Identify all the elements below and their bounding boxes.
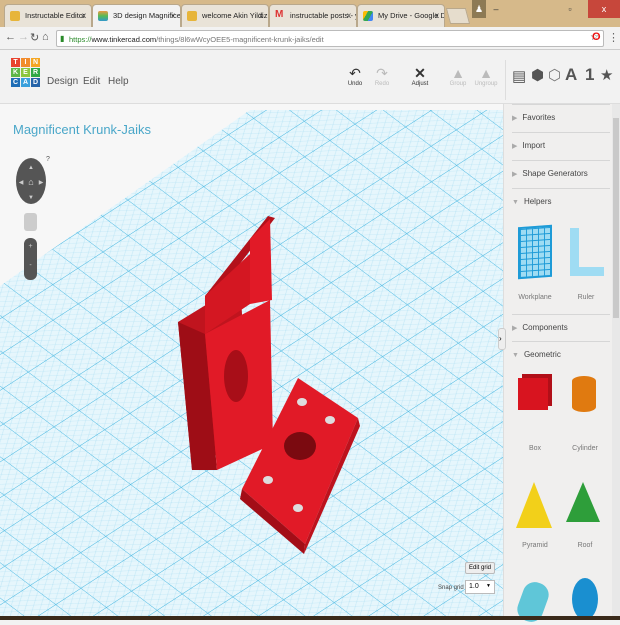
menu-edit[interactable]: Edit xyxy=(83,76,100,87)
redo-icon: ↷ xyxy=(376,65,388,81)
cylinder-shape[interactable] xyxy=(572,376,596,412)
lock-icon: ▮ xyxy=(60,34,65,43)
tab-google-drive[interactable]: My Drive - Google Drivex xyxy=(357,4,445,27)
favorites-star-icon[interactable]: ★ xyxy=(600,66,613,84)
cube-icon[interactable]: ⬢ xyxy=(531,66,544,84)
close-icon[interactable]: x xyxy=(82,11,86,20)
close-icon[interactable]: x xyxy=(347,11,351,20)
redo-button[interactable]: ↷ Redo xyxy=(367,65,397,87)
svg-text:▲: ▲ xyxy=(28,165,34,171)
undo-icon: ↶ xyxy=(349,65,361,81)
opera-icon[interactable]: O xyxy=(592,31,601,43)
view-cube-navigator[interactable]: ▲ ▼ ◀ ▶ ⌂ xyxy=(15,157,47,205)
minimize-button[interactable]: – xyxy=(486,0,506,18)
tab-3d-design[interactable]: 3D design Magnificent Kx xyxy=(92,4,181,27)
new-tab-button[interactable] xyxy=(445,8,471,24)
reload-icon[interactable]: ↻ xyxy=(30,31,39,44)
zoom-in-button[interactable]: + xyxy=(24,243,37,250)
ungroup-icon: ▲ xyxy=(479,65,493,81)
menu-icon[interactable]: ⋮ xyxy=(608,31,619,44)
instructables-robot-icon xyxy=(187,11,197,21)
svg-text:▶: ▶ xyxy=(39,180,44,186)
panel-scrollbar[interactable] xyxy=(612,104,620,620)
edit-grid-button[interactable]: Edit grid xyxy=(465,562,495,574)
google-drive-icon xyxy=(363,11,373,21)
shapes-panel: ▶ Favorites ▶ Import ▶ Shape Generators ▼ He… xyxy=(503,104,620,625)
pyramid-shape[interactable] xyxy=(516,482,552,528)
ruler-shape[interactable] xyxy=(570,228,604,276)
back-icon[interactable]: ← xyxy=(5,31,16,43)
text-shapes-icon[interactable]: A xyxy=(565,65,577,85)
design-title[interactable]: Magnificent Krunk-Jaiks xyxy=(13,122,151,137)
workplane-shape[interactable] xyxy=(518,224,552,280)
zoom-control[interactable]: + - xyxy=(24,238,37,280)
number-shapes-icon[interactable]: 1 xyxy=(585,65,594,85)
tab-gmail[interactable]: Minstructable posts - yildix xyxy=(269,4,357,27)
svg-text:⌂: ⌂ xyxy=(28,177,33,187)
taskbar-edge xyxy=(0,616,620,620)
collapse-panel-button[interactable]: › xyxy=(498,328,506,350)
help-icon[interactable]: ? xyxy=(46,156,50,163)
roof-shape[interactable] xyxy=(566,482,600,522)
dropdown-arrow-icon: ▼ xyxy=(486,583,491,589)
zoom-out-button[interactable]: - xyxy=(24,262,37,269)
section-favorites[interactable]: ▶ Favorites xyxy=(512,104,610,122)
workplane-grid[interactable] xyxy=(0,104,503,620)
section-shape-generators[interactable]: ▶ Shape Generators xyxy=(512,160,610,178)
section-components[interactable]: ▶ Components xyxy=(512,314,610,332)
adjust-icon: ✕ xyxy=(414,65,426,81)
tab-instructable-editor[interactable]: Instructable Editor x xyxy=(4,4,92,27)
adjust-button[interactable]: ✕ Adjust xyxy=(405,65,435,87)
address-bar: ← → ↻ ⌂ ▮ https://www.tinkercad.com/thing… xyxy=(0,27,620,50)
svg-text:◀: ◀ xyxy=(19,180,24,186)
3d-viewport[interactable] xyxy=(0,104,503,620)
snap-grid-label: Snap grid xyxy=(438,585,464,591)
user-icon[interactable]: ♟ xyxy=(472,0,486,18)
ungroup-button[interactable]: ▲ Ungroup xyxy=(471,65,501,87)
section-helpers[interactable]: ▼ Helpers xyxy=(512,188,610,206)
section-geometric[interactable]: ▼ Geometric xyxy=(512,341,610,359)
close-icon[interactable]: x xyxy=(259,11,263,20)
forward-icon[interactable]: → xyxy=(18,31,29,43)
url-input[interactable]: ▮ https://www.tinkercad.com/things/8l6wWc… xyxy=(56,30,604,47)
scrollbar-thumb[interactable] xyxy=(613,118,619,318)
tinkercad-logo[interactable]: TIN KER CAD xyxy=(11,58,40,87)
group-icon: ▲ xyxy=(451,65,465,81)
divider xyxy=(505,60,506,100)
snap-grid-select[interactable]: 1.0 ▼ xyxy=(465,580,495,594)
svg-text:▼: ▼ xyxy=(28,195,34,201)
home-icon[interactable]: ⌂ xyxy=(42,31,49,43)
close-icon[interactable]: x xyxy=(435,11,439,20)
section-import[interactable]: ▶ Import xyxy=(512,132,610,150)
grid-view-icon[interactable]: ▤ xyxy=(512,67,526,85)
menu-design[interactable]: Design xyxy=(47,76,78,87)
gmail-icon: M xyxy=(275,9,284,20)
sphere-shape[interactable] xyxy=(572,578,598,620)
undo-button[interactable]: ↶ Undo xyxy=(340,65,370,87)
close-window-button[interactable]: x xyxy=(588,0,620,18)
tinkercad-icon xyxy=(98,11,108,21)
box-shape[interactable] xyxy=(518,378,548,410)
tab-bar: Instructable Editor x 3D design Magnifice… xyxy=(0,0,620,27)
close-icon[interactable]: x xyxy=(171,11,175,20)
group-button[interactable]: ▲ Group xyxy=(443,65,473,87)
wire-cube-icon[interactable]: ⬡ xyxy=(548,66,561,84)
tab-welcome[interactable]: welcome Akin Yildiz x xyxy=(181,4,269,27)
instructables-robot-icon xyxy=(10,11,20,21)
fit-view-button[interactable] xyxy=(24,213,37,231)
menu-help[interactable]: Help xyxy=(108,76,129,87)
maximize-button[interactable]: ▫ xyxy=(560,0,580,18)
